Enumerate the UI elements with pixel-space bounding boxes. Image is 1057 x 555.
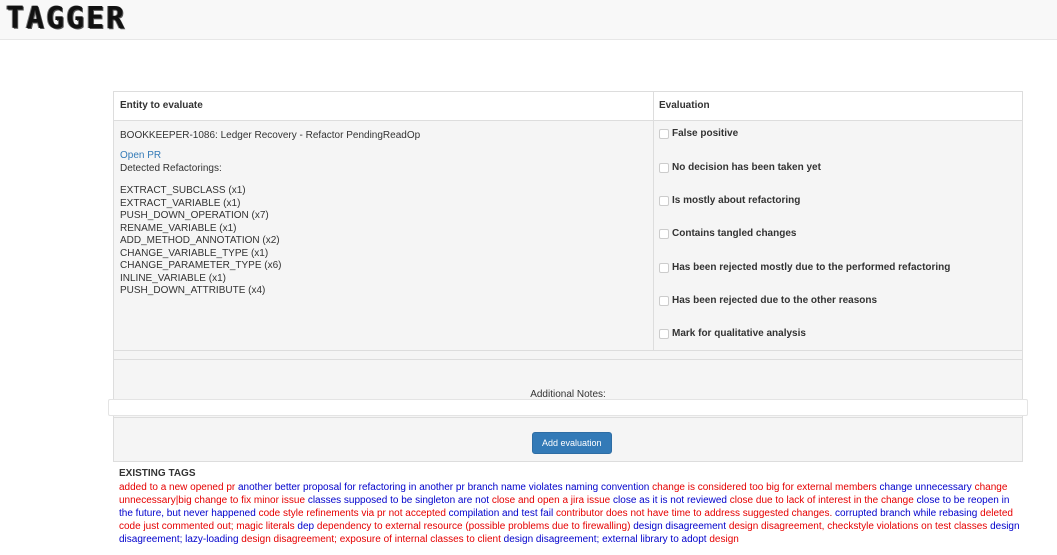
tag-item[interactable]: contributor does not have time to addres… [556,508,832,519]
checkbox[interactable] [659,228,669,239]
tag-item[interactable]: added to a new opened pr [119,482,235,493]
column-divider [653,92,654,351]
option-label: No decision has been taken yet [672,162,821,173]
tag-item[interactable]: dep [297,521,314,532]
notes-input[interactable] [108,399,1028,416]
checkbox[interactable] [659,162,669,173]
option-label: Has been rejected mostly due to the perf… [672,262,951,273]
header-entity: Entity to evaluate [120,100,203,111]
tag-item[interactable]: checkstyle violations on test classes [827,521,987,532]
checkbox[interactable] [659,195,669,206]
existing-tags-list: added to a new opened pr another better … [119,481,1024,546]
option-label: Contains tangled changes [672,228,797,239]
detected-refactorings-label: Detected Refactorings: [120,163,222,174]
option-tangled-changes[interactable]: Contains tangled changes [659,228,1019,242]
tagger-logo[interactable]: TAGGER [6,4,126,34]
tag-item[interactable]: close as it is not reviewed [613,495,727,506]
tag-item[interactable]: change unnecessary [880,482,972,493]
refactoring-item: INLINE_VARIABLE (x1) [120,272,226,284]
tag-item[interactable]: design disagreement; external library to… [504,534,707,545]
navbar: TAGGER [0,0,1057,40]
tag-item[interactable]: dependency to external resource (possibl… [317,521,631,532]
refactoring-item: CHANGE_PARAMETER_TYPE (x6) [120,260,282,271]
checkbox[interactable] [659,262,669,273]
tag-item[interactable]: change is considered too big for externa… [652,482,877,493]
tag-item[interactable]: close and open a jira issue [492,495,610,506]
tag-item[interactable]: classes supposed to be singleton are not [308,495,489,506]
tag-item[interactable]: another better proposal for refactoring … [238,482,465,493]
option-false-positive[interactable]: False positive [659,128,1019,142]
checkbox[interactable] [659,128,669,139]
refactoring-item: CHANGE_VARIABLE_TYPE (x1) [120,247,269,259]
option-label: False positive [672,128,739,139]
refactoring-item: RENAME_VARIABLE (x1) [120,222,237,234]
refactoring-item: PUSH_DOWN_ATTRIBUTE (x4) [120,285,266,296]
tag-item[interactable]: design disagreement; exposure of interna… [241,534,501,545]
add-evaluation-button[interactable]: Add evaluation [532,432,612,454]
tag-item[interactable]: branch name violates naming convention [468,482,650,493]
header-evaluation: Evaluation [659,100,710,111]
existing-tags-title: EXISTING TAGS [119,468,196,479]
option-qualitative-analysis[interactable]: Mark for qualitative analysis [659,328,1019,342]
refactorings-list: EXTRACT_SUBCLASS (x1) EXTRACT_VARIABLE (… [120,185,282,298]
checkbox[interactable] [659,295,669,306]
option-mostly-refactoring[interactable]: Is mostly about refactoring [659,195,1019,209]
option-no-decision[interactable]: No decision has been taken yet [659,162,1019,176]
option-label: Has been rejected due to the other reaso… [672,295,878,306]
option-rejected-other[interactable]: Has been rejected due to the other reaso… [659,295,1019,309]
tag-item[interactable]: design [709,534,738,545]
option-rejected-refactoring[interactable]: Has been rejected mostly due to the perf… [659,262,1019,276]
refactoring-item: EXTRACT_SUBCLASS (x1) [120,185,246,196]
tag-item[interactable]: compilation and test fail [449,508,554,519]
open-pr-link[interactable]: Open PR [120,150,161,161]
checkbox[interactable] [659,328,669,339]
tag-item[interactable]: design disagreement, [729,521,825,532]
tag-item[interactable]: design disagreement [633,521,726,532]
option-label: Mark for qualitative analysis [672,328,806,339]
refactoring-item: PUSH_DOWN_OPERATION (x7) [120,210,269,221]
option-label: Is mostly about refactoring [672,195,801,206]
entity-title: BOOKKEEPER-1086: Ledger Recovery - Refac… [120,130,421,141]
refactoring-item: EXTRACT_VARIABLE (x1) [120,197,241,209]
evaluation-panel: Entity to evaluate Evaluation BOOKKEEPER… [113,91,1023,351]
actions-area: Add evaluation [113,418,1023,462]
tag-item[interactable]: close due to lack of interest in the cha… [730,495,914,506]
tag-item[interactable]: code style refinements via pr not accept… [259,508,446,519]
notes-divider [114,359,1022,360]
refactoring-item: ADD_METHOD_ANNOTATION (x2) [120,235,280,246]
tag-item[interactable]: corrupted branch while rebasing [835,508,977,519]
